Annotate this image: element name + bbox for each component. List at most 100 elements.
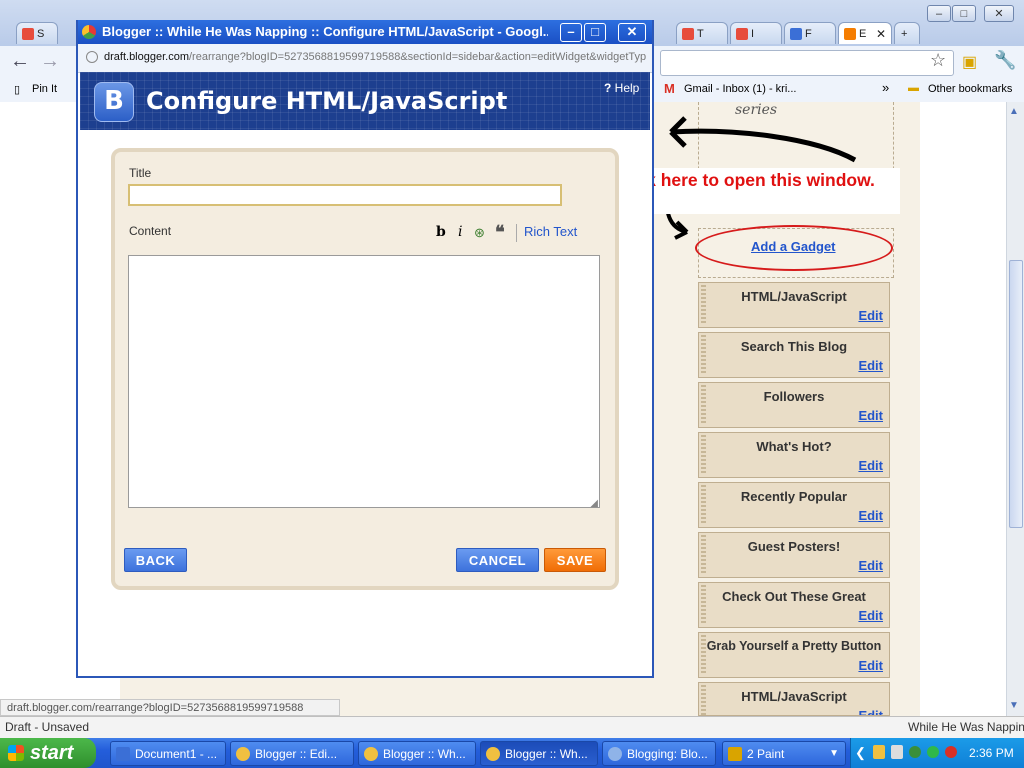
add-gadget-link[interactable]: Add a Gadget: [751, 239, 836, 254]
draft-status: Draft - Unsaved: [5, 720, 90, 734]
popup-address-bar[interactable]: draft.blogger.com/rearrange?blogID=52735…: [78, 44, 652, 73]
browser-tab[interactable]: F: [784, 22, 836, 44]
browser-tab[interactable]: I: [730, 22, 782, 44]
scrollbar-thumb[interactable]: [1009, 260, 1023, 528]
gmail-icon: M: [664, 81, 675, 96]
gadget-html-javascript[interactable]: HTML/JavaScript Edit: [698, 282, 890, 328]
gadget-edit-link[interactable]: Edit: [858, 658, 883, 673]
chrome-icon: [236, 747, 250, 761]
page-icon: ▯: [14, 84, 21, 96]
taskbar-item-word[interactable]: Document1 - ...: [110, 741, 226, 766]
blogger-logo-icon: B: [94, 82, 134, 122]
gadget-edit-link[interactable]: Edit: [858, 358, 883, 373]
back-button[interactable]: BACK: [124, 548, 187, 572]
antivirus-icon[interactable]: [945, 746, 957, 758]
taskbar-item-blogging[interactable]: Blogging: Blo...: [602, 741, 716, 766]
gadget-edit-link[interactable]: Edit: [858, 558, 883, 573]
tab-favicon-icon: [736, 28, 748, 40]
scroll-up-icon[interactable]: ▲: [1009, 106, 1019, 117]
gadget-edit-link[interactable]: Edit: [858, 408, 883, 423]
popup-titlebar[interactable]: Blogger :: While He Was Napping :: Confi…: [78, 20, 652, 44]
title-input[interactable]: [128, 184, 562, 206]
bookmark-gmail[interactable]: Gmail - Inbox (1) - kri...: [684, 83, 796, 95]
device-icon[interactable]: [891, 745, 903, 759]
save-button[interactable]: SAVE: [544, 548, 606, 572]
toolbar-divider: [516, 224, 517, 242]
popup-close-button[interactable]: ✕: [618, 23, 646, 42]
bookmark-pin-it[interactable]: Pin It: [32, 83, 57, 95]
bookmark-other[interactable]: Other bookmarks: [928, 83, 1012, 95]
tray-expand-icon[interactable]: ❮: [855, 745, 866, 761]
gadget-edit-link[interactable]: Edit: [858, 708, 883, 715]
close-window-button[interactable]: ✕: [984, 5, 1014, 22]
curved-arrow-top: [670, 128, 857, 163]
maximize-button[interactable]: □: [952, 5, 976, 22]
content-textarea[interactable]: ◢: [128, 255, 600, 509]
shield-icon[interactable]: [873, 745, 885, 759]
gadget-edit-link[interactable]: Edit: [858, 308, 883, 323]
network-icon[interactable]: [909, 746, 921, 758]
blockquote-icon[interactable]: ❝: [495, 222, 505, 243]
windows-logo-icon: [8, 745, 24, 761]
new-tab-button[interactable]: +: [894, 22, 920, 44]
app-icon: [608, 747, 622, 761]
chrome-icon: [486, 747, 500, 761]
wrench-icon[interactable]: 🔧: [994, 50, 1016, 71]
rich-text-link[interactable]: Rich Text: [524, 224, 577, 239]
question-icon: ?: [604, 81, 615, 95]
clock: 2:36 PM: [969, 746, 1014, 760]
wifi-icon[interactable]: [927, 746, 939, 758]
tab-favicon-icon: [682, 28, 694, 40]
taskbar-item-paint[interactable]: 2 Paint ▼: [722, 741, 846, 766]
dialog-title: Configure HTML/JavaScript: [146, 87, 508, 115]
scroll-down-icon[interactable]: ▼: [1009, 700, 1019, 711]
content-label: Content: [129, 224, 172, 238]
browser-tab[interactable]: T: [676, 22, 728, 44]
taskbar-item-blogger-active[interactable]: Blogger :: Wh...: [480, 741, 598, 766]
dialog-header: B Configure HTML/JavaScript ? Help: [80, 72, 650, 130]
star-icon[interactable]: ☆: [930, 50, 946, 71]
italic-icon[interactable]: i: [458, 224, 462, 240]
gadget-edit-link[interactable]: Edit: [858, 608, 883, 623]
gadget-edit-link[interactable]: Edit: [858, 508, 883, 523]
gadget-recently-popular[interactable]: Recently Popular Edit: [698, 482, 890, 528]
gadget-check-out[interactable]: Check Out These Great Edit: [698, 582, 890, 628]
browser-tab-active[interactable]: E ✕: [838, 22, 892, 44]
gadget-guest-posters[interactable]: Guest Posters! Edit: [698, 532, 890, 578]
page-scrollbar[interactable]: ▲ ▼: [1006, 102, 1024, 716]
minimize-button[interactable]: –: [927, 5, 951, 22]
blog-name-status: While He Was Napping: [908, 720, 1024, 734]
gadget-grab-button[interactable]: Grab Yourself a Pretty Button Edit: [698, 632, 890, 678]
chevron-down-icon: ▼: [829, 748, 839, 759]
draft-status-bar: Draft - Unsaved While He Was Napping: [0, 716, 1024, 739]
paint-icon: [728, 747, 742, 761]
taskbar-item-blogger[interactable]: Blogger :: Edi...: [230, 741, 354, 766]
popup-minimize-button[interactable]: –: [560, 23, 582, 42]
link-icon[interactable]: ⊛: [474, 225, 485, 241]
forward-arrow-icon[interactable]: →: [40, 50, 60, 73]
help-link[interactable]: ? Help: [604, 81, 639, 95]
gadget-followers[interactable]: Followers Edit: [698, 382, 890, 428]
gadget-edit-link[interactable]: Edit: [858, 458, 883, 473]
gadget-whats-hot[interactable]: What's Hot? Edit: [698, 432, 890, 478]
editor-toolbar: b i ⊛ ❝ Rich Text: [432, 222, 602, 244]
cancel-button[interactable]: CANCEL: [456, 548, 539, 572]
word-icon: [116, 747, 130, 761]
taskbar-item-blogger[interactable]: Blogger :: Wh...: [358, 741, 476, 766]
plus-icon: +: [901, 28, 908, 40]
extension-icon[interactable]: ▣: [962, 52, 977, 72]
page-right-margin: [920, 102, 1006, 716]
blogger-favicon-icon: [844, 28, 856, 40]
gadget-search[interactable]: Search This Blog Edit: [698, 332, 890, 378]
bold-icon[interactable]: b: [436, 224, 446, 240]
bookmarks-overflow[interactable]: »: [882, 80, 889, 95]
close-tab-icon[interactable]: ✕: [876, 23, 886, 44]
omnibox[interactable]: [660, 50, 954, 76]
start-button[interactable]: start: [0, 738, 96, 768]
resize-grip-icon[interactable]: ◢: [590, 498, 598, 509]
browser-tab[interactable]: S: [16, 22, 58, 44]
system-tray: ❮ 2:36 PM: [850, 738, 1024, 768]
popup-maximize-button[interactable]: □: [584, 23, 606, 42]
back-arrow-icon[interactable]: ←: [10, 50, 30, 73]
gadget-html-javascript-2[interactable]: HTML/JavaScript Edit: [698, 682, 890, 716]
